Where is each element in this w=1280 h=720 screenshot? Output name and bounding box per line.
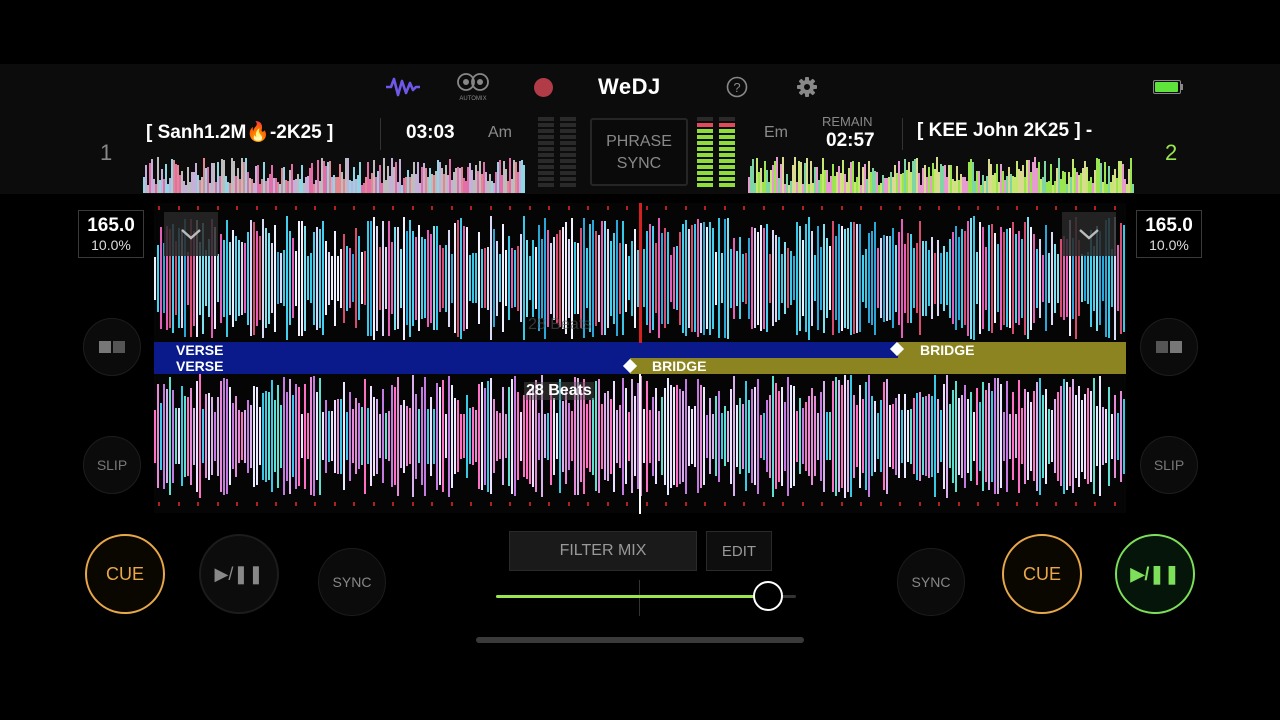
phrase-sync-label-2: SYNC: [616, 155, 662, 172]
deck1-phrase-bridge: BRIDGE: [898, 342, 1126, 358]
deck1-beats-label: 28 Beats: [528, 316, 592, 333]
deck2-playhead: [639, 374, 641, 514]
svg-text:?: ?: [733, 80, 740, 95]
deck2-key: Em: [764, 124, 788, 141]
deck1-overview-waveform[interactable]: [143, 153, 525, 193]
deck2-bpm: 165.0: [1145, 215, 1193, 236]
deck1-key: Am: [488, 124, 512, 141]
crossfader-center-line: [639, 580, 640, 616]
deck1-time: 03:03: [406, 122, 455, 143]
deck2-time: 02:57: [826, 130, 875, 151]
waveform-icon[interactable]: [384, 72, 422, 102]
deck1-phrase-verse: VERSE: [154, 342, 898, 358]
deck2-beats-label: 28 Beats: [524, 382, 594, 400]
phrase-sync-label-1: PHRASE: [606, 133, 672, 150]
deck2-remain-label: REMAIN: [822, 114, 873, 129]
deck1-number: 1: [100, 140, 113, 165]
deck2-phrase-verse: VERSE: [154, 358, 630, 374]
deck1-level-meter: [538, 117, 584, 189]
chevron-down-icon: [1079, 229, 1099, 240]
help-icon[interactable]: ?: [726, 72, 748, 102]
phrase-sync-button[interactable]: PHRASE SYNC: [590, 118, 688, 186]
divider: [902, 118, 903, 150]
deck1-sync-button[interactable]: SYNC: [318, 548, 386, 616]
automix-icon[interactable]: AUTOMIX: [454, 72, 492, 102]
deck2-number: 2: [1165, 140, 1178, 165]
battery-icon: [1153, 80, 1183, 94]
deck2-cue-button[interactable]: CUE: [1002, 534, 1082, 614]
deck2-overview-waveform[interactable]: [748, 153, 1134, 193]
deck1-playhead: [639, 203, 642, 343]
filter-mix-button[interactable]: FILTER MIX: [509, 531, 697, 571]
deck2-pitch: 10.0%: [1149, 237, 1189, 253]
deck2-menu-button[interactable]: [1062, 212, 1116, 256]
divider: [380, 118, 381, 150]
deck2-bpm-display[interactable]: 165.0 10.0%: [1136, 210, 1202, 258]
crossfader[interactable]: [496, 580, 796, 616]
deck1-play-pause-button[interactable]: ▶/❚❚: [199, 534, 279, 614]
app-logo: WeDJ: [598, 74, 661, 99]
chevron-down-icon: [181, 229, 201, 240]
deck1-menu-button[interactable]: [164, 212, 218, 256]
home-indicator: [476, 637, 804, 643]
record-icon[interactable]: [532, 72, 554, 102]
deck1-pitch: 10.0%: [91, 237, 131, 253]
settings-icon[interactable]: [796, 72, 818, 102]
deck2-level-meter: [697, 117, 743, 189]
deck2-title[interactable]: [ KEE John 2K25 ] -: [917, 120, 1130, 142]
deck2-pad-mode-button[interactable]: [1140, 318, 1198, 376]
automix-label: AUTOMIX: [459, 96, 487, 102]
deck2-play-pause-button[interactable]: ▶/❚❚: [1115, 534, 1195, 614]
deck2-slip-button[interactable]: SLIP: [1140, 436, 1198, 494]
crossfader-knob[interactable]: [753, 581, 783, 611]
deck1-bpm: 165.0: [87, 215, 135, 236]
deck2-sync-button[interactable]: SYNC: [897, 548, 965, 616]
edit-button[interactable]: EDIT: [706, 531, 772, 571]
crossfader-fill: [496, 595, 768, 598]
deck1-cue-button[interactable]: CUE: [85, 534, 165, 614]
deck1-pad-mode-button[interactable]: [83, 318, 141, 376]
deck1-slip-button[interactable]: SLIP: [83, 436, 141, 494]
deck2-phrase-bridge: BRIDGE: [630, 358, 1126, 374]
deck1-bpm-display[interactable]: 165.0 10.0%: [78, 210, 144, 258]
deck1-title[interactable]: [ Sanh1.2M🔥-2K25 ]: [146, 120, 364, 144]
